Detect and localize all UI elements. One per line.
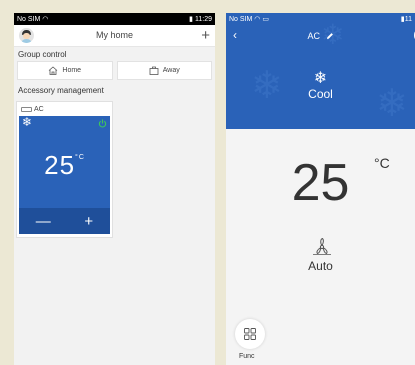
away-button[interactable]: Away <box>116 61 212 80</box>
snowflake-icon: ❄ <box>313 70 328 87</box>
home-screen: No SIM ◠ ▮ 11:29 + My home Group control… <box>14 13 215 365</box>
ac-card-body: ❄ 25°C <box>19 116 110 208</box>
house-icon <box>49 66 58 75</box>
ac-card[interactable]: AC ❄ 25°C — + <box>16 101 113 238</box>
battery-icon: ▮ <box>189 16 193 23</box>
group-control: Home Away <box>14 61 215 80</box>
suitcase-icon <box>149 66 159 75</box>
page-title: My home <box>95 30 133 40</box>
snowflake-icon: ❄ <box>22 116 33 129</box>
home-label: Home <box>62 67 82 74</box>
ac-card-temperature: 25°C <box>44 150 85 180</box>
status-carrier: No SIM ◠ ▭ <box>229 16 269 23</box>
grid-icon <box>244 328 256 340</box>
mode-label[interactable]: Cool <box>226 87 415 101</box>
decrease-temp-button[interactable]: — <box>36 213 51 230</box>
accessory-title: Accessory management <box>18 86 104 95</box>
status-bar: No SIM ◠ ▮ 11:29 <box>14 13 215 25</box>
away-label: Away <box>162 67 180 74</box>
power-icon[interactable] <box>98 119 107 128</box>
func-label: Func <box>239 353 255 360</box>
increase-temp-button[interactable]: + <box>84 213 93 230</box>
ac-card-name: AC <box>34 106 44 113</box>
ac-card-unit: °C <box>75 154 85 161</box>
temperature-unit: °C <box>374 155 390 171</box>
ac-card-controls: — + <box>19 208 110 234</box>
status-carrier: No SIM ◠ <box>17 16 49 23</box>
status-time: ▮11 <box>400 16 412 23</box>
fan-speed-label[interactable]: Auto <box>226 259 415 273</box>
func-button[interactable] <box>235 319 265 349</box>
air-conditioner-icon <box>21 107 32 112</box>
home-button[interactable]: Home <box>17 61 113 80</box>
mode-panel: ❄ ❄ ❄ No SIM ◠ ▭ ▮11 ‹ AC ( ❄ Cool <box>226 13 415 129</box>
edit-icon[interactable] <box>326 32 334 40</box>
status-right: ▮ 11:29 <box>189 15 212 24</box>
status-time: 11:29 <box>195 15 212 23</box>
device-title: AC <box>226 31 415 41</box>
fan-icon[interactable] <box>312 237 332 255</box>
screenshot-stage: No SIM ◠ ▮ 11:29 + My home Group control… <box>0 0 415 365</box>
wifi-icon: ◠ <box>42 16 49 23</box>
ac-detail-screen: ❄ ❄ ❄ No SIM ◠ ▭ ▮11 ‹ AC ( ❄ Cool 25 °C <box>226 13 415 365</box>
nav-bar: ‹ AC ( <box>226 25 415 47</box>
group-control-title: Group control <box>18 50 67 59</box>
ac-card-header: AC <box>19 104 110 115</box>
